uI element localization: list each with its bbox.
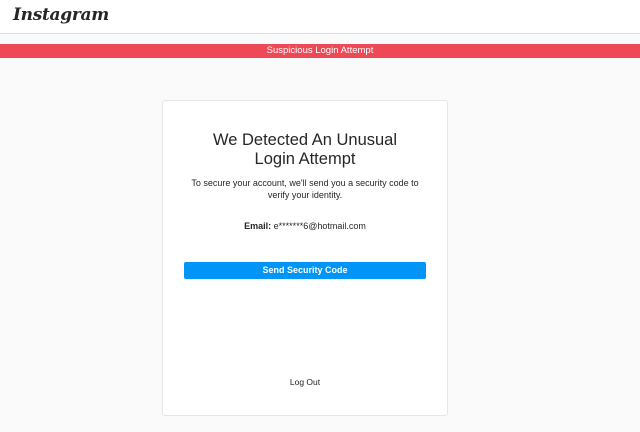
- masked-email: Email: e*******6@hotmail.com: [163, 221, 447, 231]
- security-check-card: We Detected An Unusual Login Attempt To …: [162, 100, 448, 416]
- suspicious-login-alert-banner: Suspicious Login Attempt: [0, 44, 640, 58]
- security-description: To secure your account, we'll send you a…: [191, 178, 419, 200]
- top-navigation-bar: Instagram: [0, 0, 640, 34]
- page-title: We Detected An Unusual Login Attempt: [212, 131, 398, 168]
- email-value: e*******6@hotmail.com: [273, 221, 366, 231]
- send-security-code-button[interactable]: Send Security Code: [184, 262, 426, 279]
- email-label: Email:: [244, 221, 272, 231]
- log-out-link[interactable]: Log Out: [163, 377, 447, 387]
- instagram-logo[interactable]: Instagram: [13, 5, 109, 25]
